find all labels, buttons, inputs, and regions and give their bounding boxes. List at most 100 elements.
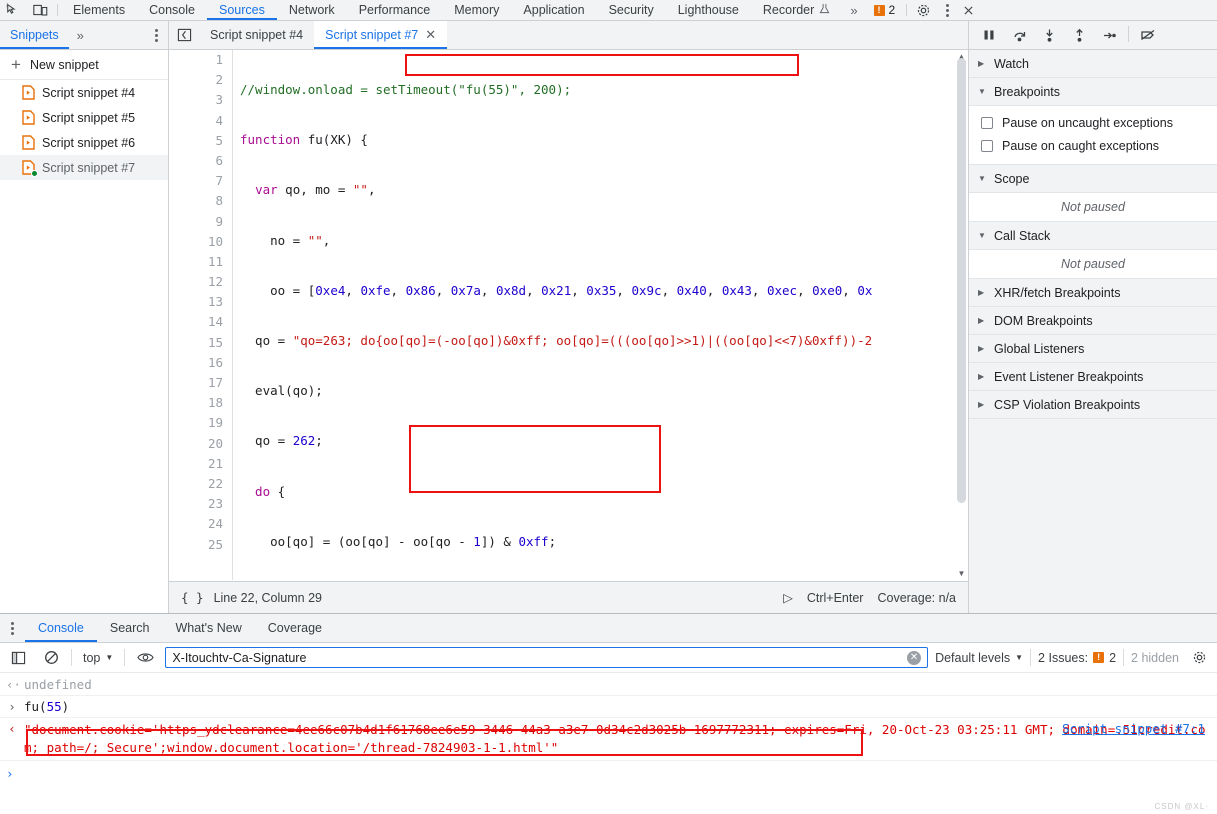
snippet-file-icon [22, 160, 38, 177]
new-snippet-button[interactable]: + New snippet [0, 50, 168, 80]
editor-vertical-scrollbar[interactable]: ▲ ▼ [955, 50, 968, 580]
drawer-kebab-menu-icon[interactable] [0, 614, 25, 642]
tab-application[interactable]: Application [511, 0, 596, 20]
debugger-section-global-listeners[interactable]: ▶ Global Listeners [969, 335, 1217, 363]
collapse-triangle-icon: ▼ [978, 87, 986, 96]
step-out-icon[interactable] [1065, 23, 1093, 47]
line-number: 2 [215, 72, 223, 88]
step-into-icon[interactable] [1035, 23, 1063, 47]
console-message-source-link[interactable]: Script snippet #7:1 [1062, 721, 1205, 736]
code-viewport[interactable]: 1 2 3 4 5 6 7 8 9 10 11 12 13 14 15 16 1… [169, 50, 955, 580]
pause-on-caught-exceptions-row[interactable]: Pause on caught exceptions [969, 134, 1217, 158]
snippet-item-5[interactable]: Script snippet #5 [0, 105, 168, 130]
issues-count: 2 [1109, 650, 1117, 665]
kebab-menu-icon[interactable] [936, 0, 958, 20]
console-toolbar-divider-2 [124, 649, 126, 666]
breakpoints-options: Pause on uncaught exceptions Pause on ca… [969, 106, 1217, 165]
drawer-tab-console[interactable]: Console [25, 614, 97, 642]
debugger-section-scope[interactable]: ▼ Scope [969, 165, 1217, 193]
step-icon[interactable] [1095, 23, 1123, 47]
editor-status-bar: { } Line 22, Column 29 ▷ Ctrl+Enter Cove… [169, 581, 968, 613]
drawer-tab-coverage[interactable]: Coverage [255, 614, 335, 642]
editor-tabbar-spacer [447, 21, 968, 49]
debugger-section-call-stack[interactable]: ▼ Call Stack [969, 222, 1217, 250]
console-toolbar-divider-4 [1123, 649, 1125, 666]
debugger-section-watch[interactable]: ▶ Watch [969, 50, 1217, 78]
console-drawer: Console Search What's New Coverage top ▼ [0, 613, 1217, 814]
pause-on-uncaught-exceptions-row[interactable]: Pause on uncaught exceptions [969, 110, 1217, 134]
pause-icon[interactable] [975, 23, 1003, 47]
debugger-section-dom-breakpoints[interactable]: ▶ DOM Breakpoints [969, 307, 1217, 335]
live-expression-icon[interactable] [132, 646, 158, 670]
levels-label: Default levels [935, 650, 1011, 665]
devtools-main-tabbar: Elements Console Sources Network Perform… [0, 0, 1217, 21]
console-filter-input[interactable]: X-Itouchtv-Ca-Signature ✕ [165, 647, 929, 668]
inspect-element-icon[interactable] [0, 0, 26, 20]
collapse-triangle-icon: ▼ [978, 231, 986, 240]
tab-lighthouse[interactable]: Lighthouse [666, 0, 751, 20]
debugger-section-event-listener-breakpoints[interactable]: ▶ Event Listener Breakpoints [969, 363, 1217, 391]
devtools-window: Elements Console Sources Network Perform… [0, 0, 1217, 814]
console-prompt[interactable]: › [0, 761, 1217, 786]
editor-tab-script-snippet-7[interactable]: Script snippet #7 ✕ [314, 21, 448, 49]
line-number: 22 [207, 475, 223, 491]
toggle-device-toolbar-icon[interactable] [26, 0, 54, 20]
console-issues-indicator[interactable]: 2 Issues: ! 2 [1038, 651, 1116, 665]
close-devtools-icon[interactable] [958, 0, 978, 20]
tab-memory[interactable]: Memory [442, 0, 511, 20]
drawer-tab-whats-new[interactable]: What's New [162, 614, 254, 642]
debugger-toolbar-divider [1128, 26, 1129, 42]
execution-context-selector[interactable]: top ▼ [79, 651, 117, 665]
watermark: CSDN @XL· [1154, 802, 1209, 811]
deactivate-breakpoints-icon[interactable] [1134, 23, 1162, 47]
tab-elements[interactable]: Elements [61, 0, 137, 20]
debugger-section-csp-violation-breakpoints[interactable]: ▶ CSP Violation Breakpoints [969, 391, 1217, 419]
code-content[interactable]: //window.onload = setTimeout("fu(55)", 2… [234, 50, 955, 580]
snippet-item-6[interactable]: Script snippet #6 [0, 130, 168, 155]
log-levels-selector[interactable]: Default levels ▼ [935, 651, 1023, 665]
pretty-print-icon[interactable]: { } [181, 590, 204, 605]
code-line: no = "", [240, 232, 331, 248]
nav-tab-snippets[interactable]: Snippets [0, 21, 69, 49]
snippet-label: Script snippet #7 [42, 160, 136, 175]
code-line: oo[qo] = (oo[qo] - oo[qo - 1]) & 0xff; [240, 533, 557, 549]
console-settings-gear-icon[interactable] [1186, 646, 1212, 670]
editor-tab-script-snippet-4[interactable]: Script snippet #4 [199, 21, 314, 49]
tab-security[interactable]: Security [597, 0, 666, 20]
tab-network[interactable]: Network [277, 0, 347, 20]
line-number: 19 [207, 415, 223, 431]
tab-sources[interactable]: Sources [207, 0, 277, 20]
nav-more-tabs-button[interactable]: » [69, 21, 92, 49]
snippet-item-7[interactable]: Script snippet #7 [0, 155, 168, 180]
chevron-down-icon: ▼ [1015, 653, 1024, 662]
code-line: function fu(XK) { [240, 132, 368, 148]
more-tabs-button[interactable]: » [842, 0, 865, 20]
gear-icon[interactable] [910, 0, 936, 20]
toggle-navigator-icon[interactable] [169, 21, 199, 49]
issues-indicator[interactable]: ! 2 [866, 0, 904, 20]
step-over-icon[interactable] [1005, 23, 1033, 47]
expand-triangle-icon: ▶ [978, 316, 985, 325]
clear-console-icon[interactable] [38, 646, 64, 670]
show-console-sidebar-icon[interactable] [5, 646, 31, 670]
close-icon[interactable]: ✕ [425, 27, 436, 43]
debugger-section-xhr-breakpoints[interactable]: ▶ XHR/fetch Breakpoints [969, 279, 1217, 307]
debugger-section-breakpoints[interactable]: ▼ Breakpoints [969, 78, 1217, 106]
section-title: Global Listeners [994, 341, 1085, 356]
tab-recorder[interactable]: Recorder [751, 0, 842, 20]
code-editor[interactable]: 1 2 3 4 5 6 7 8 9 10 11 12 13 14 15 16 1… [169, 50, 968, 613]
console-toolbar-divider-3 [1030, 649, 1032, 666]
snippet-item-4[interactable]: Script snippet #4 [0, 80, 168, 105]
hidden-messages-label: 2 hidden [1131, 650, 1179, 665]
drawer-tab-search[interactable]: Search [97, 614, 163, 642]
run-snippet-icon[interactable]: ▷ [783, 590, 793, 605]
tab-performance[interactable]: Performance [347, 0, 443, 20]
checkbox[interactable] [981, 117, 993, 129]
scrollbar-thumb[interactable] [957, 58, 966, 503]
nav-kebab-menu-icon[interactable] [144, 21, 168, 49]
console-message-list[interactable]: ‹· undefined › fu(55) ‹ "document.cookie… [0, 674, 1217, 814]
line-number: 12 [207, 274, 223, 290]
tab-console[interactable]: Console [137, 0, 207, 20]
clear-filter-icon[interactable]: ✕ [907, 650, 922, 665]
checkbox[interactable] [981, 140, 993, 152]
